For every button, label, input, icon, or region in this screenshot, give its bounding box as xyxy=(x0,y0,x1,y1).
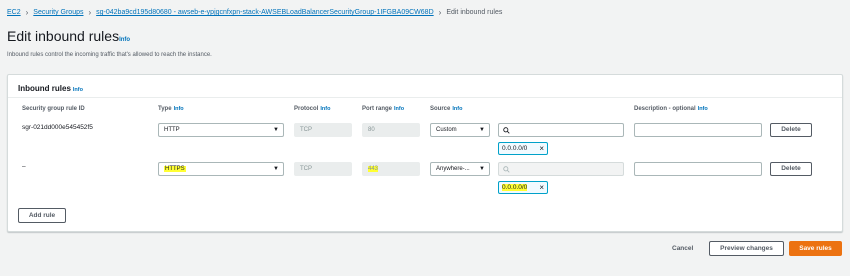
chevron-right-icon: › xyxy=(25,8,29,17)
port-range-info-link[interactable]: Info xyxy=(394,106,404,112)
protocol-value: TCP xyxy=(300,166,312,172)
panel-header: Inbound rules Info xyxy=(8,75,842,98)
cidr-token: 0.0.0.0/0 × xyxy=(498,142,548,155)
cancel-button[interactable]: Cancel xyxy=(672,245,693,252)
port-range-value: 80 xyxy=(368,127,375,133)
breadcrumb-security-groups-link[interactable]: Security Groups xyxy=(33,9,83,16)
breadcrumb-current: Edit inbound rules xyxy=(446,9,503,16)
cidr-token: 0.0.0.0/0 × xyxy=(498,181,548,194)
inbound-rules-panel: Inbound rules Info Security group rule ID… xyxy=(7,74,843,232)
chevron-right-icon: › xyxy=(438,8,442,17)
type-select-value: HTTP xyxy=(164,127,180,133)
source-select[interactable]: Anywhere-... ▼ xyxy=(430,162,490,176)
page-title-info-link[interactable]: Info xyxy=(119,37,130,43)
port-range-field: 80 xyxy=(362,123,420,137)
source-search-input[interactable] xyxy=(498,123,624,137)
delete-button[interactable]: Delete xyxy=(770,123,812,137)
type-info-link[interactable]: Info xyxy=(174,106,184,112)
column-header-port-range: Port range Info xyxy=(362,106,404,112)
caret-down-icon: ▼ xyxy=(479,166,485,172)
type-select-value: HTTPS xyxy=(164,166,186,172)
column-header-rule-id-label: Security group rule ID xyxy=(22,106,85,112)
delete-button[interactable]: Delete xyxy=(770,162,812,176)
column-header-rule-id: Security group rule ID xyxy=(22,106,85,112)
add-rule-button[interactable]: Add rule xyxy=(18,208,66,223)
rule-id-value: sgr-021dd000e545452f5 xyxy=(22,124,93,131)
breadcrumb-security-group-link[interactable]: sg-042ba9cd195d80680 - awseb-e-ypjgcnfxp… xyxy=(96,9,433,16)
page-title: Edit inbound rulesInfo xyxy=(7,28,130,44)
column-header-protocol: Protocol Info xyxy=(294,106,330,112)
description-input[interactable] xyxy=(634,162,762,176)
source-select-value: Anywhere-... xyxy=(436,166,470,172)
preview-changes-button[interactable]: Preview changes xyxy=(709,241,784,256)
column-header-description: Description - optional Info xyxy=(634,106,708,112)
column-header-port-range-label: Port range xyxy=(362,106,393,112)
port-range-field: 443 xyxy=(362,162,420,176)
protocol-value: TCP xyxy=(300,127,312,133)
protocol-field: TCP xyxy=(294,162,352,176)
search-icon xyxy=(503,127,510,134)
cidr-token-value: 0.0.0.0/0 xyxy=(502,184,528,191)
panel-title: Inbound rules Info xyxy=(18,84,83,93)
column-header-description-label: Description - optional xyxy=(634,106,696,112)
caret-down-icon: ▼ xyxy=(273,127,279,133)
panel-info-link[interactable]: Info xyxy=(73,87,83,93)
save-rules-button[interactable]: Save rules xyxy=(789,241,842,256)
column-header-source: Source Info xyxy=(430,106,462,112)
close-icon[interactable]: × xyxy=(539,143,544,154)
caret-down-icon: ▼ xyxy=(273,166,279,172)
protocol-field: TCP xyxy=(294,123,352,137)
page-description: Inbound rules control the incoming traff… xyxy=(7,52,212,58)
description-input[interactable] xyxy=(634,123,762,137)
source-select-value: Custom xyxy=(436,127,457,133)
chevron-right-icon: › xyxy=(88,8,92,17)
column-header-type: Type Info xyxy=(158,106,184,112)
page-title-text: Edit inbound rules xyxy=(7,28,120,44)
port-range-value: 443 xyxy=(368,166,379,172)
type-select[interactable]: HTTP ▼ xyxy=(158,123,284,137)
panel-title-text: Inbound rules xyxy=(18,84,71,93)
rule-id-value: – xyxy=(22,163,26,170)
breadcrumb-ec2-link[interactable]: EC2 xyxy=(7,9,21,16)
caret-down-icon: ▼ xyxy=(479,127,485,133)
description-info-link[interactable]: Info xyxy=(698,106,708,112)
breadcrumb: EC2 › Security Groups › sg-042ba9cd195d8… xyxy=(7,8,502,17)
search-icon xyxy=(503,166,510,173)
column-header-source-label: Source xyxy=(430,106,451,112)
close-icon[interactable]: × xyxy=(539,182,544,193)
source-info-link[interactable]: Info xyxy=(452,106,462,112)
column-header-type-label: Type xyxy=(158,106,172,112)
source-search-input[interactable] xyxy=(498,162,624,176)
cidr-token-value: 0.0.0.0/0 xyxy=(502,145,528,152)
protocol-info-link[interactable]: Info xyxy=(320,106,330,112)
column-header-protocol-label: Protocol xyxy=(294,106,319,112)
source-select[interactable]: Custom ▼ xyxy=(430,123,490,137)
type-select[interactable]: HTTPS ▼ xyxy=(158,162,284,176)
